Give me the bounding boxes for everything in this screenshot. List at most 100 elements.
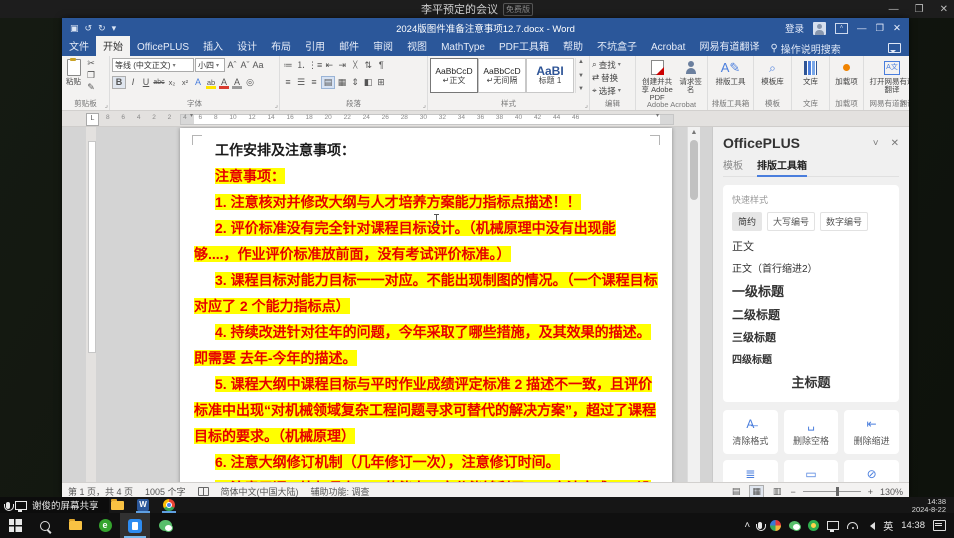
line-spacing-icon[interactable]: ⇕	[349, 77, 361, 88]
create-pdf-button[interactable]: 创建并共享 Adobe PDF	[638, 58, 676, 103]
borders-icon[interactable]: ⊞	[375, 77, 387, 88]
tab-layout[interactable]: 布局	[264, 36, 298, 56]
asian-layout-icon[interactable]: ╳	[349, 60, 361, 71]
copy-icon[interactable]: ❐	[85, 70, 97, 81]
screen-share-banner[interactable]: 谢俊的屏幕共享	[0, 497, 109, 513]
action-center-icon[interactable]	[933, 520, 946, 531]
meeting-app-button[interactable]	[120, 513, 150, 538]
panel-close-icon[interactable]: ✕	[891, 138, 899, 149]
select-button[interactable]: ⌖ 选择 ▾	[592, 84, 633, 97]
font-size-combo[interactable]: 小四▾	[195, 58, 225, 72]
quick-style-h2[interactable]: 二级标题	[732, 303, 890, 326]
underline-icon[interactable]: U	[140, 77, 152, 88]
distributed-icon[interactable]: ▦	[336, 77, 348, 88]
chip-upper-numbering[interactable]: 大写编号	[767, 212, 815, 231]
tab-insert[interactable]: 插入	[196, 36, 230, 56]
quick-style-h1[interactable]: 一级标题	[732, 278, 890, 303]
tab-mathtype[interactable]: MathType	[434, 40, 492, 56]
remote-word-app[interactable]: W	[134, 498, 152, 512]
input-language[interactable]: 英	[883, 518, 893, 533]
paste-button[interactable]: 粘贴	[64, 58, 83, 93]
shading-icon[interactable]: ◧	[362, 77, 374, 88]
zoom-slider[interactable]	[803, 491, 861, 492]
youdao-open-button[interactable]: A文 打开网易有道翻译	[866, 58, 909, 95]
tray-display-icon[interactable]	[827, 521, 839, 530]
remote-file-explorer[interactable]	[108, 498, 126, 512]
styles-scroll-up-icon[interactable]: ▲	[578, 59, 584, 65]
tell-me-search[interactable]: ⚲ 操作说明搜索	[770, 41, 840, 56]
italic-icon[interactable]: I	[127, 77, 139, 88]
tray-wechat-icon[interactable]	[789, 521, 800, 530]
replace-button[interactable]: ⇄ 替换	[592, 71, 633, 84]
superscript-icon[interactable]: x²	[179, 77, 191, 88]
tab-review[interactable]: 审阅	[366, 36, 400, 56]
meeting-close-icon[interactable]: ✕	[940, 4, 948, 15]
web-layout-icon[interactable]: ▥	[771, 486, 784, 497]
remote-chrome-app[interactable]	[160, 498, 178, 512]
tab-references[interactable]: 引用	[298, 36, 332, 56]
tab-help[interactable]: 帮助	[556, 36, 590, 56]
tray-app-icon[interactable]	[808, 520, 819, 531]
quick-style-body[interactable]: 正文	[732, 235, 890, 257]
change-case-icon[interactable]: Aa	[252, 60, 264, 71]
sort-icon[interactable]: ⇅	[362, 60, 374, 71]
decrease-indent-icon[interactable]: ⇤	[323, 60, 335, 71]
enclose-character-icon[interactable]: ◎	[244, 77, 256, 88]
vertical-scrollbar[interactable]: ▲	[687, 127, 700, 482]
zoom-out-icon[interactable]: −	[790, 487, 795, 497]
show-marks-icon[interactable]: ¶	[375, 60, 387, 71]
tab-youdao[interactable]: 网易有道翻译	[692, 36, 766, 56]
word-restore-icon[interactable]: ❐	[876, 23, 885, 34]
style-normal[interactable]: AaBbCcD ↵正文	[430, 58, 478, 93]
zoom-slider-handle[interactable]	[836, 487, 839, 496]
tab-pdf-tools[interactable]: PDF工具箱	[492, 36, 556, 56]
font-name-combo[interactable]: 等线 (中文正文)▾	[112, 58, 194, 72]
indent-marker-left[interactable]: ▾	[190, 112, 193, 119]
style-no-spacing[interactable]: AaBbCcD ↵无间隔	[478, 58, 526, 93]
align-right-icon[interactable]: ≡	[308, 77, 320, 88]
avatar[interactable]	[813, 22, 826, 35]
subscript-icon[interactable]: x₂	[166, 77, 178, 88]
tool-clear-format[interactable]: A̶ 清除格式	[723, 410, 778, 454]
styles-scroll-down-icon[interactable]: ▼	[578, 73, 584, 79]
layout-tool-button[interactable]: A✎ 排版工具	[710, 58, 751, 87]
undo-icon[interactable]: ↺	[85, 23, 93, 34]
volume-icon[interactable]	[866, 522, 875, 530]
tool-remove-indent[interactable]: ⇤ 删除缩进	[844, 410, 899, 454]
panel-tab-layout-toolbox[interactable]: 排版工具箱	[757, 157, 807, 172]
font-dialog-launcher[interactable]: ⌟	[275, 101, 278, 109]
wifi-icon[interactable]	[847, 522, 858, 529]
quick-style-main-title[interactable]: 主标题	[732, 369, 890, 394]
style-heading1[interactable]: AaBI 标题 1	[526, 58, 574, 93]
tray-microphone-icon[interactable]	[758, 522, 762, 529]
find-button[interactable]: ⌕ 查找 ▾	[592, 58, 633, 71]
panel-collapse-icon[interactable]: ˅	[873, 138, 879, 149]
bullets-icon[interactable]: ≔	[282, 60, 294, 71]
quick-style-body-indent[interactable]: 正文（首行缩进2）	[732, 257, 890, 278]
wechat-button[interactable]	[150, 513, 180, 538]
comment-icon[interactable]	[888, 43, 901, 53]
tool-remove-hyperlinks[interactable]: ⊘ 移除超链接	[844, 460, 899, 482]
styles-more-icon[interactable]: ▼	[578, 86, 584, 92]
align-center-icon[interactable]: ☰	[295, 77, 307, 88]
clock[interactable]: 14:38	[901, 520, 925, 531]
tab-design[interactable]: 设计	[230, 36, 264, 56]
tool-remove-empty-paragraphs[interactable]: ≣ 删除空段	[723, 460, 778, 482]
read-mode-icon[interactable]: ▤	[730, 486, 743, 497]
file-explorer-button[interactable]	[60, 513, 90, 538]
bold-icon[interactable]: B	[112, 76, 126, 89]
tab-acrobat[interactable]: Acrobat	[644, 40, 692, 56]
template-library-button[interactable]: ⌕ 模板库	[756, 58, 789, 87]
meeting-maximize-icon[interactable]: ❐	[915, 4, 924, 15]
justify-icon[interactable]: ▤	[321, 76, 335, 89]
ribbon-display-options-icon[interactable]: ˄	[835, 23, 848, 34]
collapse-ribbon-icon[interactable]: ˄	[901, 99, 906, 108]
tab-view[interactable]: 视图	[400, 36, 434, 56]
browser-button[interactable]: e	[90, 513, 120, 538]
panel-tab-templates[interactable]: 模板	[723, 157, 743, 172]
increase-indent-icon[interactable]: ⇥	[336, 60, 348, 71]
clipboard-dialog-launcher[interactable]: ⌟	[105, 101, 108, 109]
cut-icon[interactable]: ✂	[85, 58, 97, 69]
word-close-icon[interactable]: ✕	[893, 23, 901, 34]
format-painter-icon[interactable]: ✎	[85, 82, 97, 93]
